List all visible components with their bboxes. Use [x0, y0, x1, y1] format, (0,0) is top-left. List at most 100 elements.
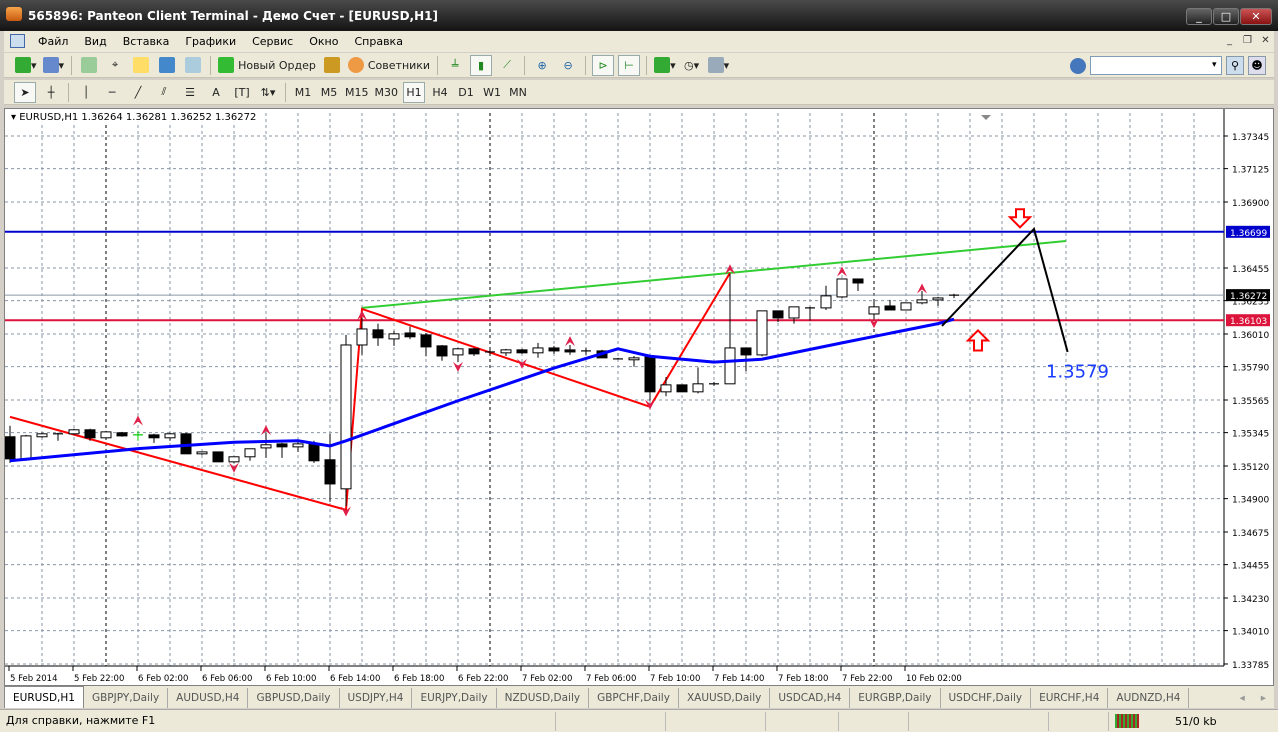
settings-gear-icon[interactable] — [1070, 58, 1086, 74]
tab-scroll-left[interactable]: ◂ — [1231, 688, 1252, 708]
metaeditor-button[interactable] — [321, 55, 343, 76]
candle-bull — [532, 347, 544, 354]
tf-m1[interactable]: M1 — [292, 82, 314, 103]
candle-bull — [292, 443, 304, 448]
indicators-button[interactable]: ▾ — [653, 55, 677, 76]
cursor-button[interactable]: ➤ — [14, 81, 36, 103]
market-watch-icon — [81, 57, 98, 73]
terminal-button[interactable] — [156, 55, 178, 76]
bar-chart-button[interactable]: ╧ — [444, 55, 466, 76]
menu-view[interactable]: Вид — [76, 35, 114, 48]
market-watch-button[interactable] — [78, 55, 100, 76]
expert-advisors-button[interactable]: Советники — [347, 55, 431, 76]
tab-xauusd-daily[interactable]: XAUUSD,Daily — [679, 688, 771, 708]
tab-audusd-h4[interactable]: AUDUSD,H4 — [168, 688, 249, 708]
menu-tools[interactable]: Сервис — [244, 35, 301, 48]
tf-w1[interactable]: W1 — [481, 82, 503, 103]
search-button[interactable]: ⚲ — [1226, 56, 1244, 75]
tab-usdchf-daily[interactable]: USDCHF,Daily — [941, 688, 1032, 708]
menu-file[interactable]: Файл — [30, 35, 76, 48]
menu-help[interactable]: Справка — [346, 35, 410, 48]
candle-bear — [436, 345, 448, 357]
vertical-line-button[interactable]: │ — [75, 82, 97, 103]
x-tick-label: 5 Feb 2014 — [10, 674, 58, 684]
crosshair-button[interactable]: ┼ — [40, 82, 62, 103]
mdi-minimize-button[interactable]: _ — [1222, 34, 1237, 48]
tab-eurjpy-daily[interactable]: EURJPY,Daily — [412, 688, 497, 708]
text-button[interactable]: A — [205, 82, 227, 103]
periods-button[interactable]: ◷ ▾ — [681, 55, 703, 76]
search-dropdown-icon[interactable]: ▾ — [1212, 57, 1222, 74]
line-chart-button[interactable]: ⟋ — [496, 55, 518, 76]
candle-bull — [916, 299, 928, 304]
tab-eurgbp-daily[interactable]: EURGBP,Daily — [850, 688, 941, 708]
tf-m15[interactable]: M15 — [344, 82, 370, 103]
candle-bull — [660, 384, 672, 393]
buy-arrow-icon — [965, 329, 991, 352]
new-order-icon — [218, 57, 235, 73]
chart-window[interactable]: 1.37345 1.37125 1.36900 1.36455 1.36235 1.360… — [4, 108, 1274, 686]
y-tick-label: 1.35790 — [1232, 364, 1269, 374]
community-button[interactable]: ☻ — [1248, 56, 1266, 75]
equidistant-channel-button[interactable]: ⫽ — [153, 82, 175, 103]
tf-m5[interactable]: M5 — [318, 82, 340, 103]
close-button[interactable]: ✕ — [1240, 8, 1272, 25]
tab-audnzd-h4[interactable]: AUDNZD,H4 — [1108, 688, 1190, 708]
tab-gbpusd-daily[interactable]: GBPUSD,Daily — [248, 688, 340, 708]
profiles-button[interactable]: ▾ — [42, 55, 66, 76]
trendline-button[interactable]: ╱ — [127, 82, 149, 103]
price-chart[interactable]: 1.373451.371251.369001.364551.362351.360… — [5, 109, 1273, 685]
text-label-button[interactable]: [T] — [231, 82, 253, 103]
title-bar: 565896: Panteon Client Terminal - Демо С… — [0, 0, 1278, 31]
tf-mn[interactable]: MN — [507, 82, 529, 103]
x-tick-label: 6 Feb 10:00 — [266, 674, 316, 684]
candle-bull — [20, 435, 32, 460]
candle-bear — [884, 305, 896, 311]
tab-usdcad-h4[interactable]: USDCAD,H4 — [770, 688, 851, 708]
tab-scroll-right[interactable]: ▸ — [1253, 688, 1274, 708]
tf-h1[interactable]: H1 — [403, 81, 425, 103]
fibonacci-button[interactable]: ☰ — [179, 82, 201, 103]
search-input[interactable] — [1090, 56, 1222, 75]
menu-insert[interactable]: Вставка — [115, 35, 178, 48]
candle-bear — [324, 459, 336, 485]
mdi-restore-button[interactable]: ❐ — [1240, 34, 1255, 48]
tf-d1[interactable]: D1 — [455, 82, 477, 103]
x-tick-label: 7 Feb 02:00 — [522, 674, 572, 684]
candle-bull — [228, 456, 240, 463]
tab-usdjpy-h4[interactable]: USDJPY,H4 — [340, 688, 413, 708]
minimize-button[interactable]: _ — [1186, 8, 1212, 25]
tab-eurchf-h4[interactable]: EURCHF,H4 — [1031, 688, 1109, 708]
candle-bear — [420, 334, 432, 348]
new-chart-button[interactable]: ▾ — [14, 55, 38, 76]
maximize-button[interactable]: □ — [1213, 8, 1239, 25]
strategy-tester-button[interactable] — [182, 55, 204, 76]
candle-bear — [84, 429, 96, 439]
tab-gbpjpy-daily[interactable]: GBPJPY,Daily — [84, 688, 169, 708]
tab-nzdusd-daily[interactable]: NZDUSD,Daily — [497, 688, 590, 708]
menu-charts[interactable]: Графики — [177, 35, 244, 48]
tf-h4[interactable]: H4 — [429, 82, 451, 103]
zoom-out-button[interactable]: ⊖ — [557, 55, 579, 76]
chart-shift-button[interactable]: ⊢ — [618, 54, 641, 76]
auto-scroll-button[interactable]: ⊳ — [592, 54, 615, 76]
horizontal-line-button[interactable]: ─ — [101, 82, 123, 103]
tf-m30[interactable]: M30 — [374, 82, 400, 103]
menu-window[interactable]: Окно — [301, 35, 346, 48]
y-tick-label: 1.37345 — [1232, 133, 1269, 143]
x-tick-label: 6 Feb 18:00 — [394, 674, 444, 684]
candlestick-button[interactable]: ▮ — [470, 54, 493, 76]
candle-bull — [340, 344, 352, 490]
navigator-button[interactable] — [130, 55, 152, 76]
mdi-close-button[interactable]: ✕ — [1258, 34, 1273, 48]
price-label: 1.36699 — [1230, 229, 1267, 239]
zoom-in-button[interactable]: ⊕ — [531, 55, 553, 76]
templates-button[interactable]: ▾ — [707, 55, 731, 76]
x-tick-label: 7 Feb 06:00 — [586, 674, 636, 684]
data-window-button[interactable]: ⌖ — [104, 55, 126, 76]
new-order-button[interactable]: Новый Ордер — [217, 55, 317, 76]
metaeditor-icon — [323, 57, 340, 73]
tab-gbpchf-daily[interactable]: GBPCHF,Daily — [589, 688, 679, 708]
arrows-button[interactable]: ⇅▾ — [257, 82, 279, 103]
tab-eurusd-h1[interactable]: EURUSD,H1 — [4, 686, 84, 708]
